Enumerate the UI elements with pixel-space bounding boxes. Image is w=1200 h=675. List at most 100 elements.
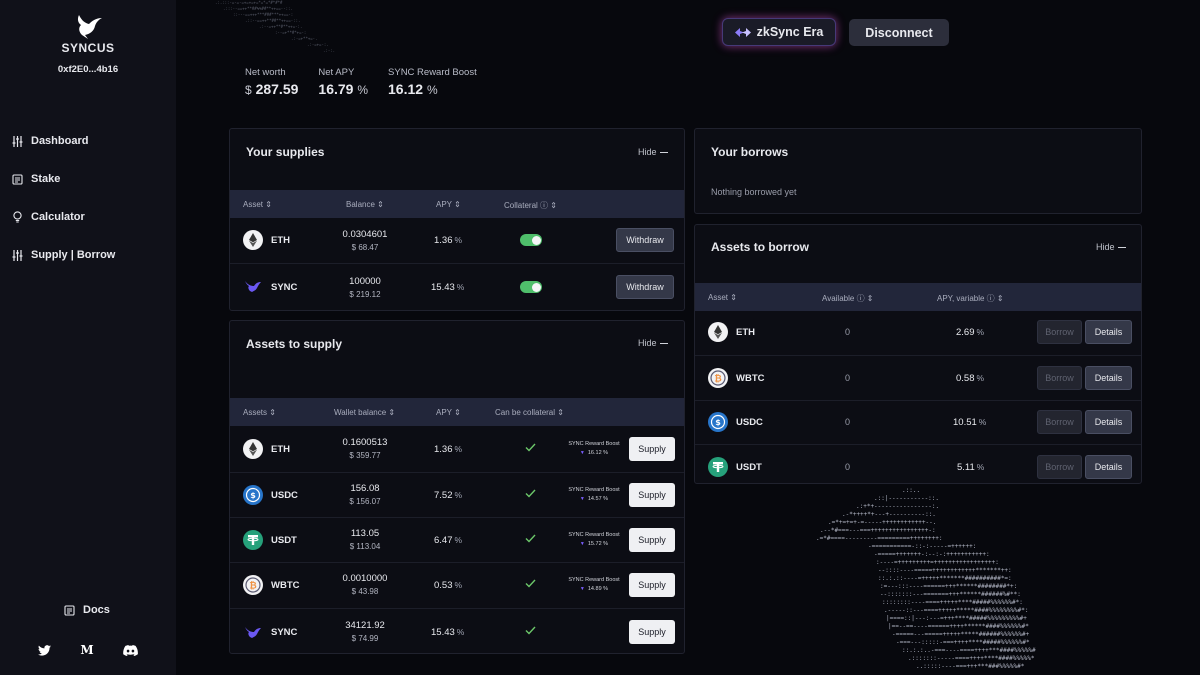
info-icon: ⓘ bbox=[856, 294, 865, 303]
balance-value: 156.08 bbox=[350, 483, 380, 494]
details-button[interactable]: Details bbox=[1085, 455, 1132, 479]
boost-value: ▼ 16.12 % bbox=[579, 450, 609, 456]
svg-text:₿: ₿ bbox=[714, 373, 721, 384]
discord-icon[interactable] bbox=[123, 644, 138, 656]
percent-sign: % bbox=[454, 444, 463, 454]
svg-text:.::|-----------::.: .::|-----------::. bbox=[874, 495, 939, 502]
supply-button[interactable]: Supply bbox=[629, 573, 675, 597]
col-apy-variable[interactable]: APY, variable ⓘ ⇕ bbox=[937, 293, 1004, 304]
apy-value: 0.53% bbox=[434, 580, 462, 591]
col-available[interactable]: Available ⓘ ⇕ bbox=[822, 293, 874, 304]
table-row: USDT 0 5.11% Borrow Details bbox=[695, 444, 1141, 484]
stat-value-group: 16.12 % bbox=[388, 81, 477, 97]
svg-text:.:.:::-=-=-=+=+=+=*=*=*#*#*#: .:.:::-=-=-=+=+=+=*=*=*#*#*# bbox=[215, 0, 283, 5]
svg-text:-=====---=====+++++*****######: -=====---=====+++++*****######%%%%%%#+ bbox=[892, 631, 1030, 638]
table-header: Asset ⇕ Balance ⇕ APY ⇕ Collateral ⓘ ⇕ bbox=[230, 190, 684, 218]
apy-number: 0.58 bbox=[956, 373, 975, 384]
reward-boost-badge: SYNC Reward Boost ▼ 15.72 % bbox=[563, 532, 625, 547]
percent-sign: % bbox=[976, 327, 985, 337]
table-row: ETH 0 2.69% Borrow Details bbox=[695, 311, 1141, 355]
table-row: $ USDC 156.08 $ 156.07 7.52% SYNC Reward… bbox=[230, 472, 684, 517]
medium-icon[interactable]: M bbox=[80, 643, 93, 657]
percent-sign: % bbox=[976, 373, 985, 383]
apy-value: 7.52% bbox=[434, 490, 462, 501]
supply-button[interactable]: Supply bbox=[629, 437, 675, 461]
panel-title: Assets to borrow bbox=[711, 240, 810, 254]
apy-value: 2.69% bbox=[956, 327, 984, 338]
asset-name: WBTC bbox=[271, 580, 300, 591]
sidebar-item-supply-borrow[interactable]: Supply | Borrow bbox=[12, 236, 115, 274]
asset-name: WBTC bbox=[736, 373, 765, 384]
borrow-button[interactable]: Borrow bbox=[1037, 320, 1082, 344]
col-collateral[interactable]: Collateral ⓘ ⇕ bbox=[504, 200, 557, 211]
borrow-button[interactable]: Borrow bbox=[1037, 410, 1082, 434]
balance-usd: $ 43.98 bbox=[351, 587, 379, 596]
col-apy[interactable]: APY ⇕ bbox=[436, 200, 461, 209]
supply-button[interactable]: Supply bbox=[629, 620, 675, 644]
sidebar-item-label: Supply | Borrow bbox=[31, 249, 116, 261]
twitter-icon[interactable] bbox=[38, 644, 51, 656]
col-balance[interactable]: Balance ⇕ bbox=[346, 200, 384, 209]
disconnect-button[interactable]: Disconnect bbox=[849, 19, 949, 46]
col-asset[interactable]: Asset ⇕ bbox=[243, 200, 272, 209]
triangle-icon: ▼ bbox=[579, 586, 585, 592]
asset-name: USDC bbox=[736, 417, 763, 428]
col-label: Can be collateral bbox=[495, 408, 556, 417]
docs-link[interactable]: Docs bbox=[64, 604, 110, 616]
svg-text:..:::::----===+++***###%%%%%#*: ..:::::----===+++***###%%%%%#* bbox=[916, 663, 1025, 670]
details-button[interactable]: Details bbox=[1085, 366, 1132, 390]
collateral-toggle[interactable] bbox=[520, 281, 542, 293]
usdc-token-icon: $ bbox=[708, 412, 728, 432]
table-header: Asset ⇕ Available ⓘ ⇕ APY, variable ⓘ ⇕ bbox=[695, 283, 1141, 311]
supply-button[interactable]: Supply bbox=[629, 528, 675, 552]
svg-text:.-*++++*+---+----------::.: .-*++++*+---+----------::. bbox=[842, 511, 936, 518]
borrow-button[interactable]: Borrow bbox=[1037, 455, 1082, 479]
hide-button[interactable]: Hide bbox=[1096, 242, 1126, 252]
asset-name: USDT bbox=[271, 535, 297, 546]
triangle-icon: ▼ bbox=[579, 450, 585, 456]
balance-usd: $ 113.04 bbox=[349, 542, 381, 551]
sidebar-item-stake[interactable]: Stake bbox=[12, 160, 115, 198]
withdraw-button[interactable]: Withdraw bbox=[616, 228, 674, 252]
asset-name: ETH bbox=[271, 235, 290, 246]
boost-value: ▼ 14.57 % bbox=[579, 496, 609, 502]
collateral-toggle[interactable] bbox=[520, 234, 542, 246]
balance-usd: $ 219.12 bbox=[349, 290, 381, 299]
svg-text:.:+*+----------------:.: .:+*+----------------:. bbox=[856, 503, 939, 510]
reward-boost-badge: SYNC Reward Boost ▼ 16.12 % bbox=[563, 441, 625, 456]
stat-net-worth: Net worth $ 287.59 bbox=[245, 67, 298, 97]
stat-reward-boost: SYNC Reward Boost 16.12 % bbox=[388, 67, 477, 97]
apy-value: 15.43% bbox=[431, 627, 464, 638]
reward-boost-badge: SYNC Reward Boost ▼ 14.89 % bbox=[563, 577, 625, 592]
hide-button[interactable]: Hide bbox=[638, 338, 668, 348]
boost-value: ▼ 15.72 % bbox=[579, 541, 609, 547]
col-wallet-balance[interactable]: Wallet balance ⇕ bbox=[334, 408, 395, 417]
usdc-token-icon: $ bbox=[243, 485, 263, 505]
svg-text:-=====+++++++-:--:-:++++++++++: -=====+++++++-:--:-:+++++++++++: bbox=[874, 551, 990, 558]
usdt-token-icon bbox=[708, 457, 728, 477]
apy-value: 6.47% bbox=[434, 535, 462, 546]
sidebar-item-calculator[interactable]: Calculator bbox=[12, 198, 115, 236]
sidebar-item-dashboard[interactable]: Dashboard bbox=[12, 122, 115, 160]
boost-label: SYNC Reward Boost bbox=[568, 487, 620, 493]
network-selector-button[interactable]: zkSync Era bbox=[722, 18, 836, 46]
assets-to-supply-panel: Assets to supply Hide Assets ⇕ Wallet ba… bbox=[229, 320, 685, 654]
col-can-be-collateral[interactable]: Can be collateral ⇕ bbox=[495, 408, 564, 417]
col-apy[interactable]: APY ⇕ bbox=[436, 408, 461, 417]
details-button[interactable]: Details bbox=[1085, 320, 1132, 344]
col-asset[interactable]: Asset ⇕ bbox=[708, 293, 737, 302]
apy-value: 0.58% bbox=[956, 373, 984, 384]
balance-usd: $ 74.99 bbox=[351, 634, 379, 643]
stat-label: SYNC Reward Boost bbox=[388, 67, 477, 78]
svg-text:::.:.:..-===----====++++***###: ::.:.:..-===----====++++***####%%%%%# bbox=[902, 647, 1036, 654]
boost-number: 14.89 bbox=[587, 586, 602, 592]
balance-usd: $ 68.47 bbox=[351, 243, 379, 252]
your-supplies-panel: Your supplies Hide Asset ⇕ Balance ⇕ APY… bbox=[229, 128, 685, 311]
col-assets[interactable]: Assets ⇕ bbox=[243, 408, 276, 417]
borrow-button[interactable]: Borrow bbox=[1037, 366, 1082, 390]
hide-button[interactable]: Hide bbox=[638, 147, 668, 157]
apy-number: 0.53 bbox=[434, 580, 453, 591]
withdraw-button[interactable]: Withdraw bbox=[616, 275, 674, 299]
details-button[interactable]: Details bbox=[1085, 410, 1132, 434]
supply-button[interactable]: Supply bbox=[629, 483, 675, 507]
